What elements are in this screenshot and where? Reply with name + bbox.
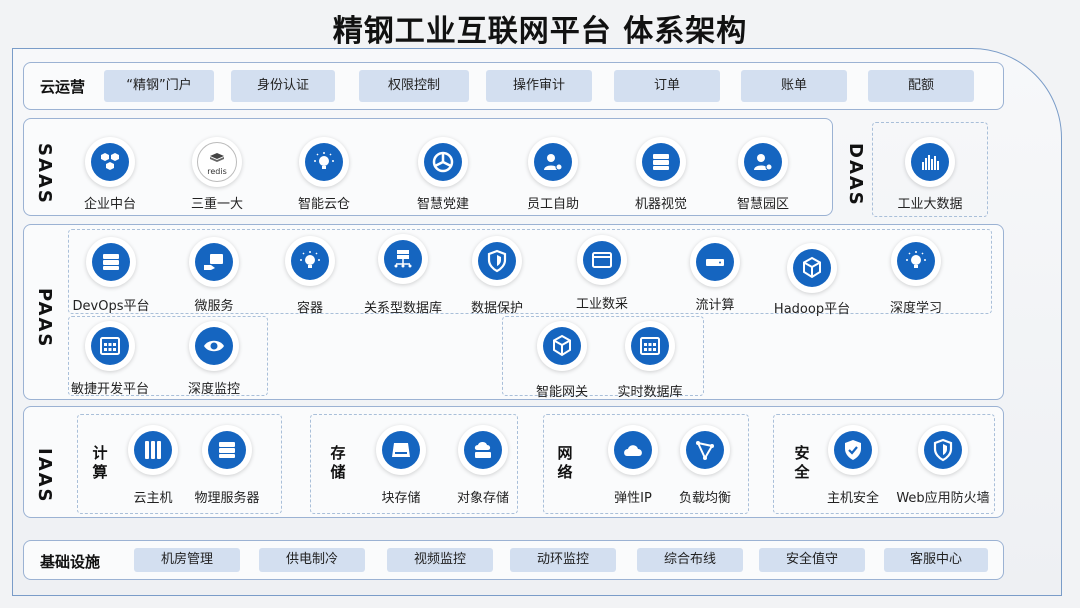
lightbulb-icon: [299, 137, 349, 187]
node-label: DevOps平台: [72, 299, 150, 314]
eye-icon: [189, 321, 239, 371]
triangle-nodes-icon: [680, 425, 730, 475]
hand-window-icon: [189, 237, 239, 287]
cloud-icon: [608, 425, 658, 475]
cloud-ops-label: 云运营: [40, 78, 86, 96]
user-gear-icon: [528, 137, 578, 187]
network-server-icon: [378, 234, 428, 284]
node-label: 智慧园区: [736, 197, 789, 212]
cube-icon: [537, 321, 587, 371]
server-icon: [202, 425, 252, 475]
page-title: 精钢工业互联网平台 体系架构: [332, 14, 748, 49]
pie-chart-icon: [418, 137, 468, 187]
grid-window-icon: [85, 321, 135, 371]
node-label: 工业大数据: [897, 197, 963, 212]
infra-item[interactable]: 动环监控: [510, 548, 616, 572]
cloud-disk-icon: [458, 425, 508, 475]
iaas-group-label: 安全: [794, 444, 812, 481]
cloud-ops-item[interactable]: “精钢”门户: [104, 70, 214, 102]
node-label: 物理服务器: [194, 491, 260, 506]
node-label: 负载均衡: [678, 491, 731, 506]
infra-item[interactable]: 机房管理: [134, 548, 240, 572]
node-label: Hadoop平台: [773, 302, 851, 317]
grid-window-icon: [625, 321, 675, 371]
redis-icon: redis: [192, 137, 242, 187]
server-icon: [86, 237, 136, 287]
iaas-group-label: 网络: [557, 444, 575, 481]
iaas-label: IAAS: [34, 448, 55, 504]
redis-icon-text: redis: [207, 167, 227, 176]
cube-icon: [787, 243, 837, 293]
node-label: 企业中台: [83, 197, 136, 212]
cloud-ops-item[interactable]: 操作审计: [486, 70, 592, 102]
node-label: 深度学习: [889, 301, 942, 316]
cloud-ops-item[interactable]: 身份认证: [231, 70, 335, 102]
node-label: 智能云仓: [297, 197, 350, 212]
infra-item[interactable]: 综合布线: [637, 548, 743, 572]
iaas-group-label: 存储: [330, 444, 348, 481]
infra-label: 基础设施: [40, 553, 101, 571]
drive-icon: [690, 237, 740, 287]
iaas-group-label: 计算: [92, 444, 110, 481]
cloud-ops-item[interactable]: 订单: [614, 70, 720, 102]
lightbulb-icon: [285, 236, 335, 286]
bar-chart-icon: [905, 137, 955, 187]
lightbulb-icon: [891, 236, 941, 286]
cloud-ops-item[interactable]: 权限控制: [359, 70, 469, 102]
shield-check-icon: [828, 425, 878, 475]
infra-item[interactable]: 安全值守: [759, 548, 865, 572]
server-rack-icon: [128, 425, 178, 475]
cloud-ops-item[interactable]: 配额: [868, 70, 974, 102]
node-label: 深度监控: [187, 382, 240, 397]
node-label: 敏捷开发平台: [70, 382, 149, 397]
cloud-ops-item[interactable]: 账单: [741, 70, 847, 102]
infra-item[interactable]: 供电制冷: [259, 548, 365, 572]
node-label: 数据保护: [470, 301, 523, 316]
node-label: 三重一大: [190, 197, 243, 212]
node-label: 员工自助: [526, 197, 579, 212]
node-label: 实时数据库: [617, 385, 683, 400]
server-icon: [636, 137, 686, 187]
node-label: 智慧党建: [416, 197, 469, 212]
infra-item[interactable]: 客服中心: [884, 548, 988, 572]
node-label: Web应用防火墙: [896, 491, 990, 506]
daas-label: DAAS: [845, 143, 866, 207]
block-storage-icon: [376, 425, 426, 475]
user-gear-icon: [738, 137, 788, 187]
shield-icon: [918, 425, 968, 475]
shield-icon: [472, 236, 522, 286]
infra-item[interactable]: 视频监控: [387, 548, 493, 572]
node-label: 对象存储: [456, 491, 509, 506]
node-label: 工业数采: [575, 297, 628, 312]
window-icon: [577, 235, 627, 285]
hexagons-icon: [85, 137, 135, 187]
